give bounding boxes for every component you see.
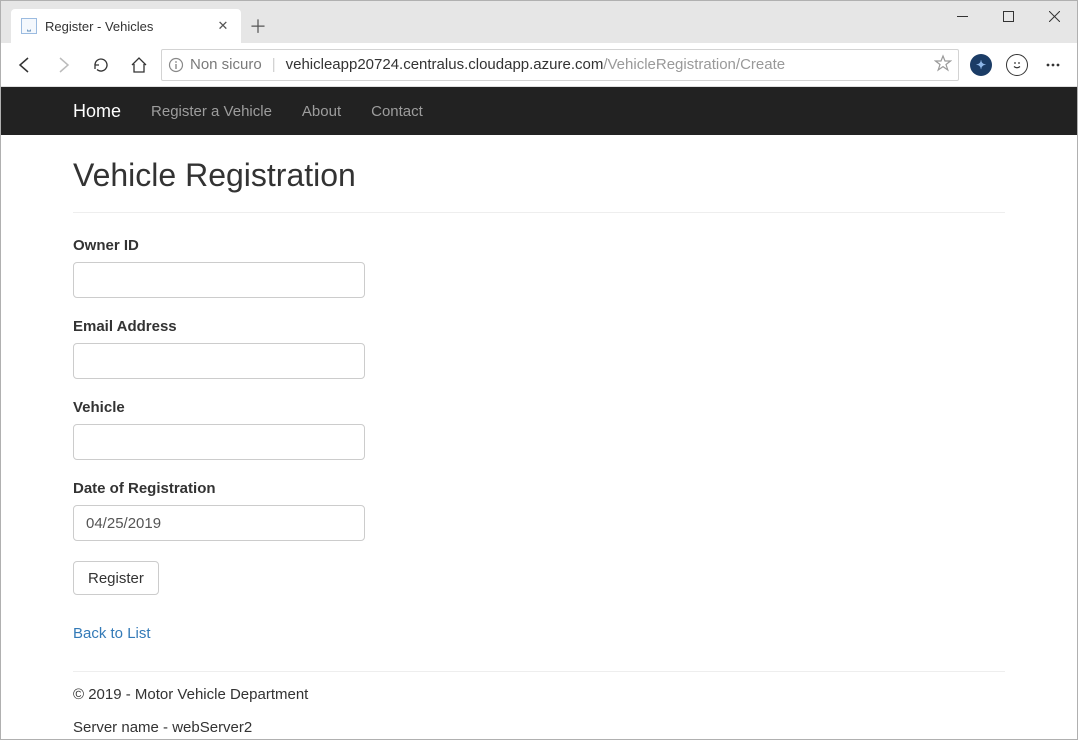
tab-close-icon[interactable]: ✕ bbox=[215, 18, 231, 34]
home-button[interactable] bbox=[123, 49, 155, 81]
refresh-button[interactable] bbox=[85, 49, 117, 81]
address-separator: | bbox=[272, 56, 276, 73]
nav-link-contact[interactable]: Contact bbox=[371, 103, 423, 120]
window-maximize-button[interactable] bbox=[985, 1, 1031, 31]
footer-divider bbox=[73, 671, 1005, 672]
form-group-email: Email Address bbox=[73, 318, 1005, 379]
favorite-button[interactable] bbox=[934, 54, 952, 76]
security-indicator[interactable]: Non sicuro bbox=[168, 56, 262, 73]
tab-favicon-icon: ⎵ bbox=[21, 18, 37, 34]
toolbar-right-icons: ✦ bbox=[965, 49, 1069, 81]
back-arrow-icon bbox=[16, 56, 34, 74]
window-close-button[interactable] bbox=[1031, 1, 1077, 31]
browser-titlebar: ⎵ Register - Vehicles ✕ ＋ bbox=[1, 1, 1077, 43]
form-group-date: Date of Registration bbox=[73, 480, 1005, 541]
email-label: Email Address bbox=[73, 318, 1005, 335]
new-tab-button[interactable]: ＋ bbox=[241, 9, 275, 43]
browser-tab[interactable]: ⎵ Register - Vehicles ✕ bbox=[11, 9, 241, 43]
page-content: Vehicle Registration Owner ID Email Addr… bbox=[1, 135, 1077, 740]
browser-toolbar: Non sicuro | vehicleapp20724.centralus.c… bbox=[1, 43, 1077, 87]
nav-brand[interactable]: Home bbox=[73, 101, 121, 122]
page-heading: Vehicle Registration bbox=[73, 157, 1005, 194]
browser-chrome: ⎵ Register - Vehicles ✕ ＋ bbox=[1, 1, 1077, 87]
footer-copyright: © 2019 - Motor Vehicle Department bbox=[73, 686, 1005, 703]
address-bar[interactable]: Non sicuro | vehicleapp20724.centralus.c… bbox=[161, 49, 959, 81]
owner-id-input[interactable] bbox=[73, 262, 365, 298]
refresh-icon bbox=[92, 56, 110, 74]
url-path: /VehicleRegistration/Create bbox=[603, 56, 785, 73]
back-button[interactable] bbox=[9, 49, 41, 81]
site-navbar: Home Register a Vehicle About Contact bbox=[1, 87, 1077, 135]
register-button[interactable]: Register bbox=[73, 561, 159, 595]
window-minimize-button[interactable] bbox=[939, 1, 985, 31]
date-label: Date of Registration bbox=[73, 480, 1005, 497]
page-footer: © 2019 - Motor Vehicle Department Server… bbox=[73, 671, 1005, 736]
security-text: Non sicuro bbox=[190, 56, 262, 73]
extension-icon: ✦ bbox=[970, 54, 992, 76]
form-group-owner-id: Owner ID bbox=[73, 237, 1005, 298]
star-icon bbox=[934, 54, 952, 72]
home-icon bbox=[130, 56, 148, 74]
email-input[interactable] bbox=[73, 343, 365, 379]
heading-divider bbox=[73, 212, 1005, 213]
minimize-icon bbox=[957, 11, 968, 22]
maximize-icon bbox=[1003, 11, 1014, 22]
info-icon bbox=[168, 57, 184, 73]
nav-link-register[interactable]: Register a Vehicle bbox=[151, 103, 272, 120]
vehicle-label: Vehicle bbox=[73, 399, 1005, 416]
url-host: vehicleapp20724.centralus.cloudapp.azure… bbox=[286, 56, 604, 73]
back-to-list-link[interactable]: Back to List bbox=[73, 625, 151, 642]
form-group-vehicle: Vehicle bbox=[73, 399, 1005, 460]
dots-icon bbox=[1044, 56, 1062, 74]
tab-title: Register - Vehicles bbox=[45, 19, 207, 34]
window-controls bbox=[939, 1, 1077, 43]
forward-arrow-icon bbox=[54, 56, 72, 74]
forward-button[interactable] bbox=[47, 49, 79, 81]
url-text: vehicleapp20724.centralus.cloudapp.azure… bbox=[286, 56, 785, 73]
date-input[interactable] bbox=[73, 505, 365, 541]
owner-id-label: Owner ID bbox=[73, 237, 1005, 254]
nav-link-about[interactable]: About bbox=[302, 103, 341, 120]
close-icon bbox=[1049, 11, 1060, 22]
footer-server: Server name - webServer2 bbox=[73, 719, 1005, 736]
extension-button[interactable]: ✦ bbox=[965, 49, 997, 81]
more-button[interactable] bbox=[1037, 49, 1069, 81]
feedback-button[interactable] bbox=[1001, 49, 1033, 81]
vehicle-input[interactable] bbox=[73, 424, 365, 460]
smile-icon bbox=[1006, 54, 1028, 76]
